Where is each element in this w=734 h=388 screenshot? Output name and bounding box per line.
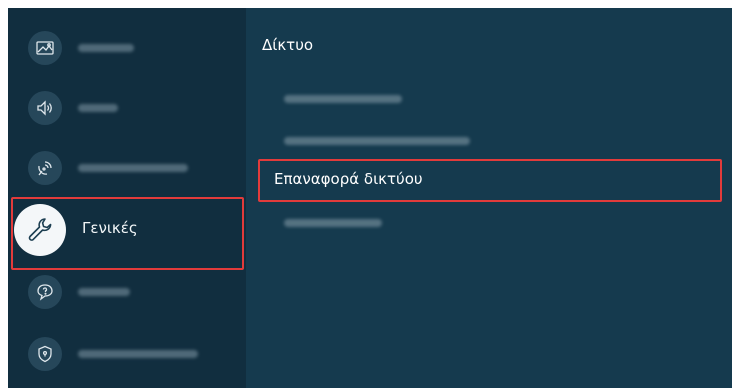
sidebar-item-label-obscured — [78, 44, 134, 52]
settings-sidebar: Γενικές — [8, 8, 246, 388]
option-label-obscured — [284, 219, 382, 227]
sidebar-item-support[interactable] — [8, 264, 246, 320]
panel-title: Δίκτυο — [262, 36, 314, 54]
reset-network-label: Επαναφορά δικτύου — [274, 170, 423, 188]
network-option-obscured[interactable] — [262, 122, 722, 160]
privacy-shield-icon — [28, 337, 62, 371]
network-option-obscured[interactable] — [262, 80, 722, 118]
sidebar-item-label-obscured — [78, 350, 198, 358]
sound-icon — [28, 91, 62, 125]
sidebar-item-label-obscured — [78, 164, 188, 172]
sidebar-item-label-obscured — [78, 104, 118, 112]
wrench-icon — [14, 204, 66, 256]
sidebar-item-general[interactable]: Γενικές — [8, 201, 246, 257]
picture-icon — [28, 31, 62, 65]
sidebar-item-label-obscured — [78, 288, 130, 296]
sidebar-item-sound[interactable] — [8, 80, 246, 136]
sidebar-item-privacy[interactable] — [8, 326, 246, 382]
sidebar-item-label: Γενικές — [82, 219, 138, 237]
sidebar-item-picture[interactable] — [8, 20, 246, 76]
reset-network-option[interactable]: Επαναφορά δικτύου — [262, 161, 722, 199]
network-panel: Δίκτυο Επαναφορά δικτύου — [246, 8, 732, 388]
sidebar-item-broadcasting[interactable] — [8, 140, 246, 196]
broadcasting-icon — [28, 151, 62, 185]
tv-settings-screen: Γενικές Δίκτυο Επαναφορά δικτύου — [8, 8, 732, 388]
network-option-obscured[interactable] — [262, 204, 722, 242]
support-icon — [28, 275, 62, 309]
option-label-obscured — [284, 95, 402, 103]
option-label-obscured — [284, 137, 470, 145]
